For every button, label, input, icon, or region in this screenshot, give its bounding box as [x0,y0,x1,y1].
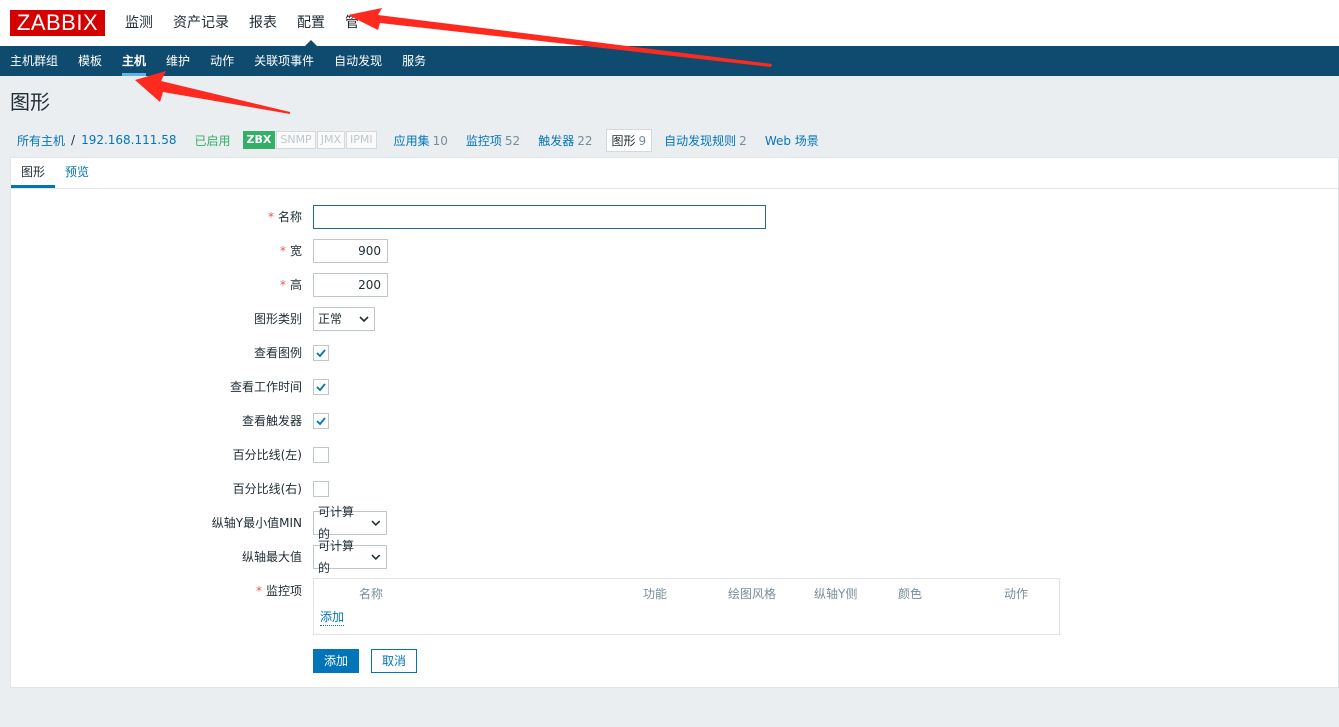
height-input[interactable]: 200 [313,273,388,297]
row-ymax: 纵轴最大值 可计算的 [11,539,1338,575]
add-item-link[interactable]: 添加 [320,608,345,626]
checkmark-icon [316,417,326,426]
host-status[interactable]: 已启用 [195,132,231,149]
ymin-label: 纵轴Y最小值MIN [211,516,302,530]
name-label: 名称 [277,210,302,224]
items-table: 名称 功能 绘图风格 纵轴Y侧 颜色 动作 添加 [313,578,1060,635]
show-legend-checkbox[interactable] [313,345,329,361]
badge-zbx: ZBX [242,131,276,149]
graph-type-select[interactable]: 正常 [313,307,375,331]
main-menu: 监测 资产记录 报表 配置 管 [115,0,369,46]
ymin-select[interactable]: 可计算的 [313,505,387,541]
column-header-name: 名称 [359,587,384,601]
host-navigation: 所有主机 / 192.168.111.58 已启用 ZBX SNMP JMX I… [10,128,819,152]
ymax-label: 纵轴最大值 [241,550,302,564]
checkmark-icon [316,349,326,358]
link-discovery-rules[interactable]: 自动发现规则 2 [664,132,747,149]
cancel-button[interactable]: 取消 [371,649,418,673]
row-percentile-right: 百分比线(右) [11,477,1338,501]
percentile-left-checkbox[interactable] [313,447,329,463]
column-header-draw-style: 绘图风格 [728,587,777,601]
row-percentile-left: 百分比线(左) [11,443,1338,467]
percentile-left-label: 百分比线(左) [232,448,302,462]
menu-inventory[interactable]: 资产记录 [163,0,239,46]
submenu-discovery[interactable]: 自动发现 [324,46,392,76]
chevron-down-icon [359,316,369,323]
row-show-triggers: 查看触发器 [11,409,1338,433]
height-label: 高 [289,278,302,292]
row-name: * 名称 [11,205,1338,229]
link-graphs-current[interactable]: 图形 9 [605,128,653,152]
breadcrumb-separator: / [71,133,76,147]
add-button[interactable]: 添加 [313,649,360,673]
row-graph-type: 图形类别 正常 [11,307,1338,331]
tab-preview[interactable]: 预览 [55,158,99,188]
link-triggers[interactable]: 触发器 22 [538,132,592,149]
link-applications[interactable]: 应用集 10 [394,132,448,149]
menu-reports[interactable]: 报表 [239,0,287,46]
show-worktime-label: 查看工作时间 [229,380,302,394]
menu-administration[interactable]: 管 [335,0,369,46]
checkmark-icon [316,383,326,392]
row-height: * 高 200 [11,273,1338,297]
width-label: 宽 [289,244,302,258]
row-ymin: 纵轴Y最小值MIN 可计算的 [11,505,1338,541]
show-legend-label: 查看图例 [253,346,302,360]
column-header-function: 功能 [643,587,668,601]
row-width: * 宽 900 [11,239,1338,263]
sub-menu: 主机群组 模板 主机 维护 动作 关联项事件 自动发现 服务 [0,46,1339,76]
width-input[interactable]: 900 [313,239,388,263]
ymax-select[interactable]: 可计算的 [313,539,387,575]
page-title: 图形 [10,90,50,114]
submenu-host-groups[interactable]: 主机群组 [0,46,68,76]
availability-badges: ZBX SNMP JMX IPMI [242,131,378,149]
submenu-templates[interactable]: 模板 [68,46,112,76]
required-mark: * [267,210,274,224]
submenu-actions[interactable]: 动作 [200,46,244,76]
percentile-right-label: 百分比线(右) [232,482,302,496]
submenu-maintenance[interactable]: 维护 [156,46,200,76]
show-triggers-checkbox[interactable] [313,413,329,429]
row-show-worktime: 查看工作时间 [11,375,1338,399]
link-items[interactable]: 监控项 52 [466,132,520,149]
column-header-y-axis-side: 纵轴Y侧 [814,587,858,601]
badge-ipmi: IPMI [345,131,377,149]
row-show-legend: 查看图例 [11,341,1338,365]
badge-jmx: JMX [316,131,345,149]
breadcrumb-host[interactable]: 192.168.111.58 [81,133,176,147]
menu-configuration[interactable]: 配置 [287,0,335,46]
form-tabs: 图形 预览 [11,158,1338,189]
column-header-color: 颜色 [898,587,923,601]
graph-form-panel: 图形 预览 * 名称 * 宽 900 * 高 200 图形类别 正常 查看图例 查看工… [10,157,1339,688]
show-triggers-label: 查看触发器 [241,414,302,428]
menu-monitoring[interactable]: 监测 [115,0,163,46]
show-worktime-checkbox[interactable] [313,379,329,395]
items-label: 监控项 [265,584,302,598]
badge-snmp: SNMP [276,131,316,149]
submenu-hosts[interactable]: 主机 [112,46,156,76]
tab-graph[interactable]: 图形 [11,158,56,188]
graph-type-label: 图形类别 [253,312,302,326]
submenu-services[interactable]: 服务 [392,46,436,76]
submenu-correlation[interactable]: 关联项事件 [244,46,324,76]
name-input[interactable] [313,205,766,229]
chevron-down-icon [371,554,381,561]
chevron-down-icon [371,520,381,527]
percentile-right-checkbox[interactable] [313,481,329,497]
column-header-action: 动作 [1004,587,1029,601]
link-web-scenarios[interactable]: Web 场景 [765,132,819,149]
annotation-arrow-hosts [135,71,290,114]
top-header: ZABBIX 监测 资产记录 报表 配置 管 [0,0,1339,46]
zabbix-logo[interactable]: ZABBIX [10,10,105,36]
breadcrumb-all-hosts[interactable]: 所有主机 [17,132,65,149]
